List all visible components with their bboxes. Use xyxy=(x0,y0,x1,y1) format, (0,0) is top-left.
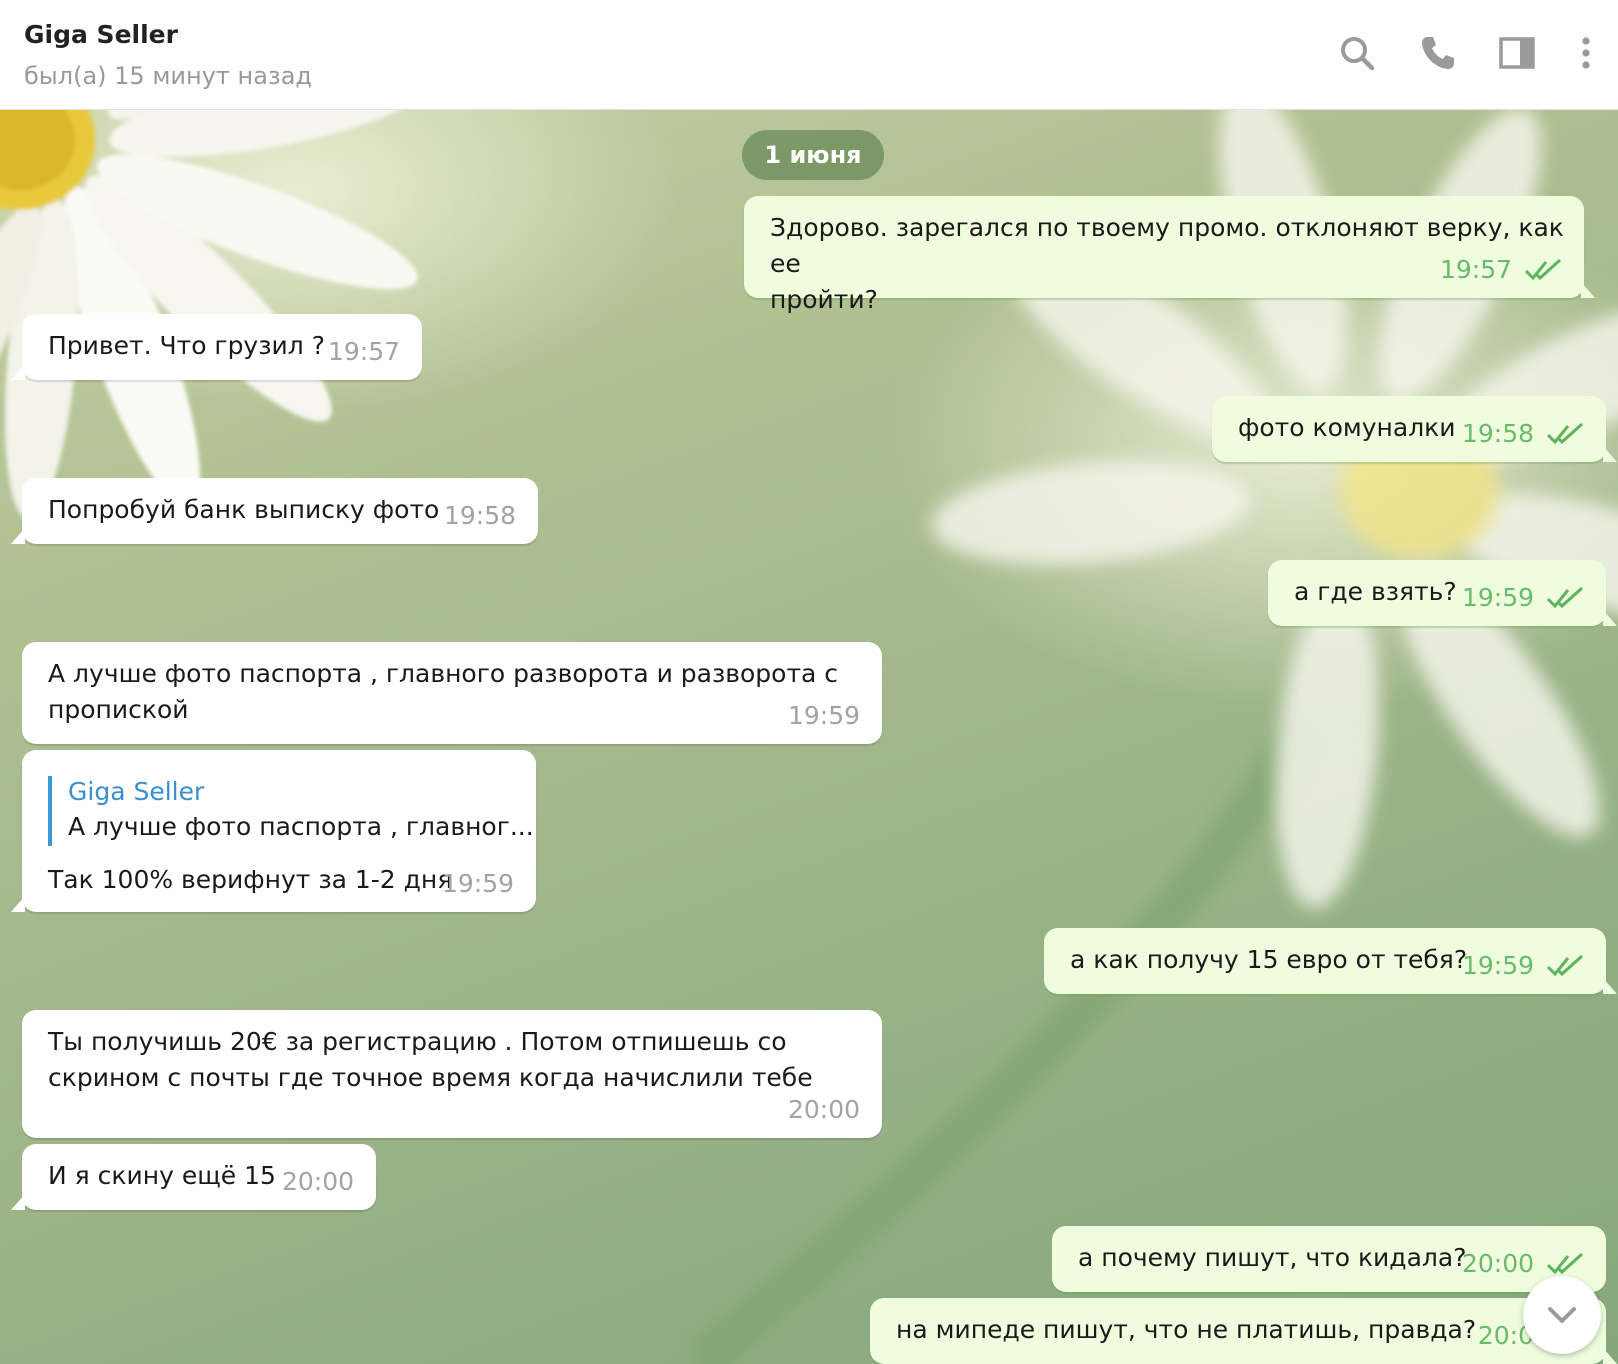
message-bubble-outgoing[interactable]: а где взять? 19:59 xyxy=(1268,560,1617,626)
message-text: Так 100% верифнут за 1-2 дня xyxy=(48,865,453,894)
message-bubble-outgoing[interactable]: Здорово. зарегался по твоему промо. откл… xyxy=(744,196,1595,314)
message-text: а как получу 15 евро от тебя? xyxy=(1070,945,1468,974)
date-separator: 1 июня xyxy=(742,130,884,180)
message-bubble-outgoing[interactable]: фото комуналки 19:58 xyxy=(1212,396,1617,462)
chat-status: был(а) 15 минут назад xyxy=(24,62,312,90)
message-text: на мипеде пишут, что не платишь, правда? xyxy=(896,1315,1477,1344)
read-checkmarks-icon xyxy=(1524,258,1562,281)
message-text: Привет. Что грузил ? xyxy=(48,331,325,360)
read-checkmarks-icon xyxy=(1546,1252,1584,1275)
message-text: а почему пишут, что кидала? xyxy=(1078,1243,1467,1272)
message-time: 19:58 xyxy=(1461,419,1534,448)
reply-quote[interactable]: Giga Seller А лучше фото паспорта , глав… xyxy=(48,776,534,846)
message-time: 19:59 xyxy=(441,869,514,898)
message-time: 20:00 xyxy=(1461,1249,1534,1278)
message-text: А лучше фото паспорта , главного разворо… xyxy=(48,659,839,724)
message-bubble-incoming[interactable]: Попробуй банк выписку фото 19:58 xyxy=(11,478,538,544)
read-checkmarks-icon xyxy=(1546,954,1584,977)
search-icon[interactable] xyxy=(1334,30,1380,76)
chevron-down-icon xyxy=(1548,1307,1576,1323)
reply-snippet: А лучше фото паспорта , главног... xyxy=(68,812,534,841)
chat-title[interactable]: Giga Seller xyxy=(24,20,178,49)
read-checkmarks-icon xyxy=(1546,586,1584,609)
message-text: Ты получишь 20€ за регистрацию . Потом о… xyxy=(48,1027,813,1092)
more-vertical-icon[interactable] xyxy=(1563,30,1609,76)
reply-author: Giga Seller xyxy=(68,777,205,806)
message-bubble-incoming[interactable]: Ты получишь 20€ за регистрацию . Потом о… xyxy=(22,1010,882,1138)
message-time: 19:59 xyxy=(787,701,860,730)
message-bubble-outgoing[interactable]: а как получу 15 евро от тебя? 19:59 xyxy=(1044,928,1617,994)
message-time: 19:58 xyxy=(443,501,516,530)
message-bubble-incoming-reply[interactable]: Giga Seller А лучше фото паспорта , глав… xyxy=(11,750,536,912)
message-text: И я скину ещё 15 xyxy=(48,1161,276,1190)
message-bubble-incoming[interactable]: И я скину ещё 15 20:00 xyxy=(11,1144,376,1210)
message-time: 19:59 xyxy=(1461,583,1534,612)
message-bubble-outgoing[interactable]: на мипеде пишут, что не платишь, правда?… xyxy=(870,1298,1617,1364)
message-text: фото комуналки xyxy=(1238,413,1456,442)
message-text: а где взять? xyxy=(1294,577,1457,606)
message-time: 19:59 xyxy=(1461,951,1534,980)
chat-header: Giga Seller был(а) 15 минут назад xyxy=(0,0,1618,110)
message-time: 19:57 xyxy=(1439,255,1512,284)
message-time: 19:57 xyxy=(327,337,400,366)
message-text: Попробуй банк выписку фото xyxy=(48,495,440,524)
message-time: 20:00 xyxy=(787,1095,860,1124)
message-bubble-incoming[interactable]: Привет. Что грузил ? 19:57 xyxy=(11,314,422,380)
message-time: 20:00 xyxy=(281,1167,354,1196)
phone-icon[interactable] xyxy=(1415,30,1461,76)
message-bubble-outgoing[interactable]: а почему пишут, что кидала? 20:00 xyxy=(1052,1226,1606,1292)
scroll-down-button[interactable] xyxy=(1523,1276,1601,1354)
read-checkmarks-icon xyxy=(1546,422,1584,445)
message-bubble-incoming[interactable]: А лучше фото паспорта , главного разворо… xyxy=(22,642,882,744)
sidebar-toggle-icon[interactable] xyxy=(1494,30,1540,76)
